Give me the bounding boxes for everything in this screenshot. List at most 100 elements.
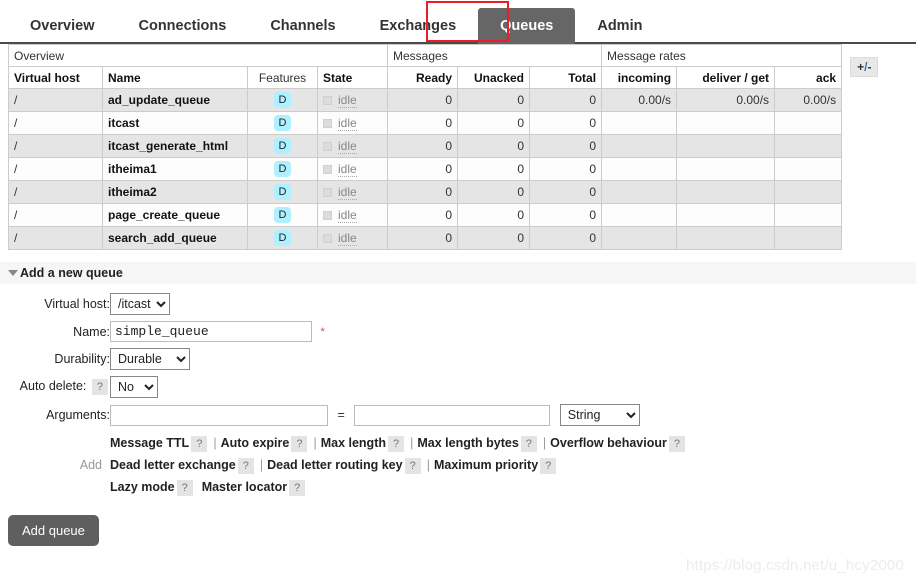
nav-tab-channels[interactable]: Channels [248,8,357,44]
field-row-name: Name: * [0,318,687,345]
durable-flag-badge: D [273,92,292,108]
queue-ack [774,157,843,181]
argument-preset-max-length[interactable]: Max length [321,436,386,450]
queue-name[interactable]: ad_update_queue [102,88,248,112]
queues-column-header-row: Virtual host Name Features State Ready U… [8,66,909,89]
nav-tab-connections[interactable]: Connections [117,8,249,44]
queue-name[interactable]: itheima1 [102,157,248,181]
queue-incoming [601,134,678,158]
queue-name-input[interactable] [110,321,312,342]
durable-flag-badge: D [273,184,292,200]
add-queue-button[interactable]: Add queue [8,515,99,546]
row-spacer-cell [841,134,909,158]
argument-preset-maximum-priority[interactable]: Maximum priority [434,458,538,472]
queue-name[interactable]: page_create_queue [102,203,248,227]
help-icon[interactable]: ? [668,436,685,452]
queue-vhost: / [8,226,103,250]
durable-flag-badge: D [273,230,292,246]
row-spacer-cell [841,88,909,112]
col-virtual-host[interactable]: Virtual host [8,66,103,89]
col-deliver-get[interactable]: deliver / get [676,66,776,89]
queue-name[interactable]: itcast_generate_html [102,134,248,158]
argument-preset-auto-expire[interactable]: Auto expire [221,436,290,450]
durability-select[interactable]: Durable [110,348,190,370]
col-ack[interactable]: ack [774,66,843,89]
help-icon[interactable]: ? [289,480,306,496]
nav-tab-overview[interactable]: Overview [8,8,117,44]
group-header-messages: Messages [387,44,603,67]
queue-name[interactable]: itheima2 [102,180,248,204]
queue-incoming [601,157,678,181]
field-row-arguments: Arguments: = String [0,401,687,429]
queue-deliver-get: 0.00/s [676,88,776,112]
argument-preset-dead-letter-exchange[interactable]: Dead letter exchange [110,458,236,472]
queue-total: 0 [529,88,603,112]
auto-delete-label-text: Auto delete: [19,379,87,393]
plus-minus-icon[interactable]: +/- [850,56,879,77]
queue-state: idle [316,157,389,181]
help-icon[interactable]: ? [237,458,254,474]
queue-ready: 0 [387,180,459,204]
add-text[interactable]: Add [80,458,110,472]
state-label: idle [338,93,357,108]
add-queue-section-header[interactable]: Add a new queue [0,262,916,284]
argument-preset-max-length-bytes[interactable]: Max length bytes [417,436,518,450]
col-name[interactable]: Name [102,66,248,89]
col-total[interactable]: Total [529,66,603,89]
nav-tab-exchanges[interactable]: Exchanges [358,8,479,44]
queue-ready: 0 [387,203,459,227]
help-icon[interactable]: ? [388,436,405,452]
queue-state: idle [316,134,389,158]
auto-delete-select[interactable]: No [110,376,158,398]
queue-unacked: 0 [457,203,531,227]
queue-vhost: / [8,111,103,135]
argument-preset-message-ttl[interactable]: Message TTL [110,436,189,450]
queue-incoming [601,111,678,135]
argument-preset-master-locator[interactable]: Master locator [202,480,287,494]
argument-preset-lazy-mode[interactable]: Lazy mode [110,480,175,494]
argument-preset-line-1: Message TTL? | Auto expire? | Max length? | Ma… [110,432,687,454]
col-state[interactable]: State [316,66,389,89]
queue-name[interactable]: search_add_queue [102,226,248,250]
nav-tab-queues[interactable]: Queues [478,8,576,44]
auto-delete-help-icon[interactable]: ? [91,379,108,395]
argument-value-input[interactable] [354,404,551,426]
add-argument-label: Add [0,429,110,501]
queue-features: D [247,88,318,112]
table-row: / page_create_queue Didle 0 0 0 [8,203,909,227]
queue-unacked: 0 [457,180,531,204]
argument-key-input[interactable] [110,404,328,426]
page-root: Overview Connections Channels Exchanges … [0,0,916,582]
queue-vhost: / [8,157,103,181]
col-features[interactable]: Features [247,66,318,89]
col-unacked[interactable]: Unacked [457,66,531,89]
group-header-overview: Overview [7,44,389,67]
separator: | [259,458,264,472]
argument-preset-dead-letter-routing-key[interactable]: Dead letter routing key [267,458,402,472]
queue-deliver-get [676,157,776,181]
argument-preset-overflow-behaviour[interactable]: Overflow behaviour [550,436,667,450]
argument-type-select[interactable]: String [559,404,640,426]
chevron-down-icon[interactable] [8,270,18,276]
queue-features: D [247,203,318,227]
help-icon[interactable]: ? [404,458,421,474]
queues-table: Overview Messages Message rates +/- Virt… [7,44,909,250]
queue-state: idle [316,226,389,250]
help-icon[interactable]: ? [520,436,537,452]
nav-tab-admin[interactable]: Admin [575,8,664,44]
help-icon[interactable]: ? [191,436,208,452]
col-incoming[interactable]: incoming [601,66,678,89]
table-row: / itcast_generate_html Didle 0 0 0 [8,134,909,158]
state-label: idle [338,139,357,154]
state-indicator-icon [323,188,332,198]
help-icon[interactable]: ? [176,480,193,496]
help-icon[interactable]: ? [540,458,557,474]
queue-ready: 0 [387,226,459,250]
group-header-message-rates: Message rates [601,44,843,67]
virtual-host-select[interactable]: /itcast [110,293,170,315]
queue-name[interactable]: itcast [102,111,248,135]
queue-ack [774,111,843,135]
col-ready[interactable]: Ready [387,66,459,89]
argument-preset-line-3: Lazy mode? Master locator? [110,476,687,498]
help-icon[interactable]: ? [291,436,308,452]
